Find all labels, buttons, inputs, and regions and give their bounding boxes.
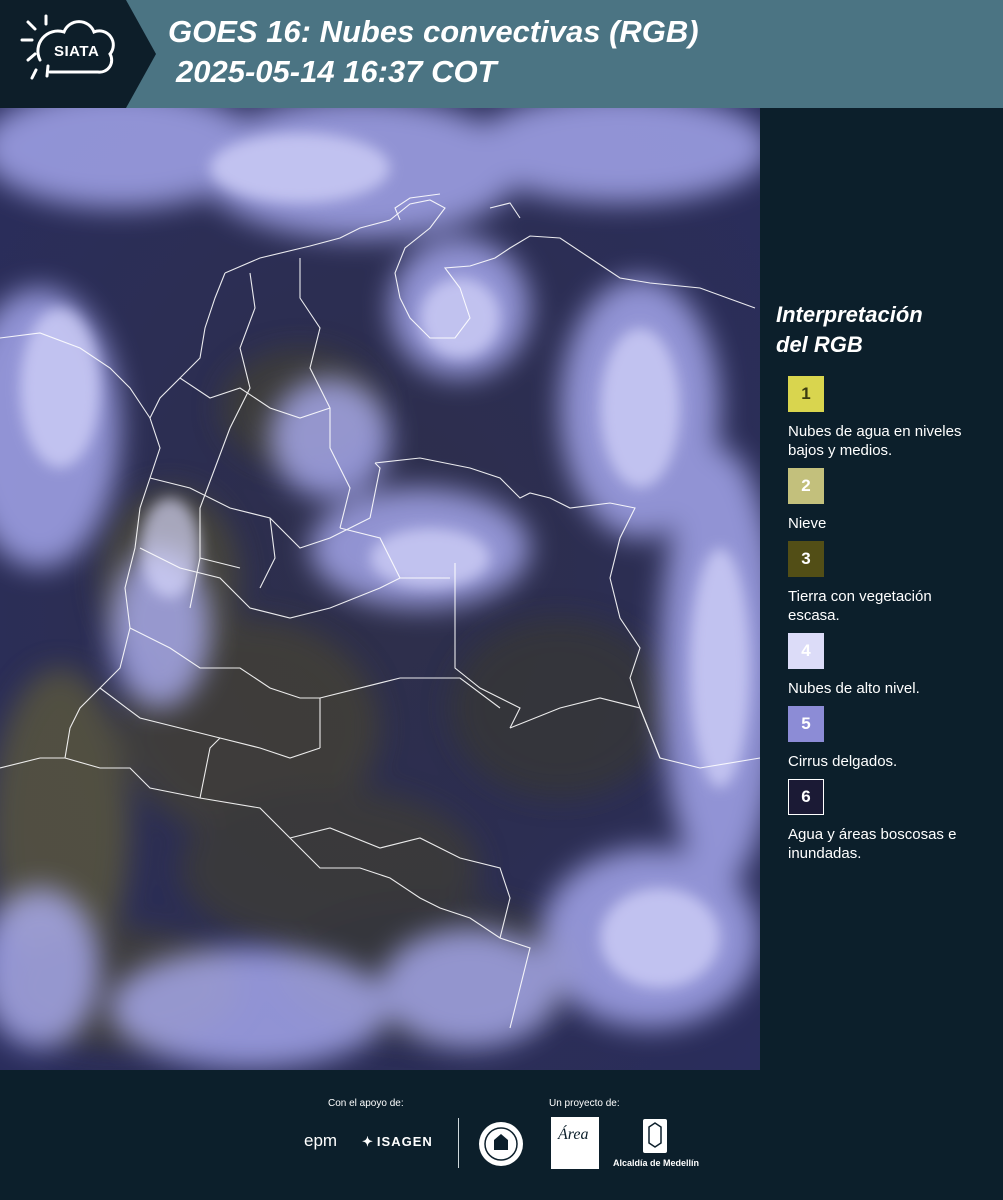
- legend-item: 2 Nieve: [776, 468, 991, 533]
- page-timestamp: 2025-05-14 16:37 COT: [176, 54, 497, 89]
- legend-swatch: 1: [788, 376, 824, 412]
- legend-label: Agua y áreas boscosas e inundadas.: [788, 826, 957, 862]
- legend-swatch: 3: [788, 541, 824, 577]
- legend-label: Nubes de alto nivel.: [788, 680, 920, 697]
- siata-logo[interactable]: SIATA: [0, 0, 126, 108]
- brand-name: SIATA: [54, 43, 100, 60]
- rgb-legend: Interpretación del RGB 1 Nubes de agua en…: [776, 300, 991, 871]
- medellin-seal-icon[interactable]: [477, 1120, 525, 1168]
- legend-swatch: 4: [788, 633, 824, 669]
- legend-title: Interpretación del RGB: [776, 300, 991, 360]
- legend-items: 1 Nubes de agua en niveles bajos y medios…: [776, 376, 991, 863]
- alcaldia-shield-icon[interactable]: [641, 1117, 669, 1155]
- legend-item: 6 Agua y áreas boscosas e inundadas.: [776, 779, 991, 863]
- legend-swatch: 6: [788, 779, 824, 815]
- legend-label: Nieve: [788, 515, 827, 532]
- footer-bar: Con el apoyo de: Un proyecto de: epm ✦ IS…: [0, 1070, 1003, 1200]
- legend-item: 1 Nubes de agua en niveles bajos y medios…: [776, 376, 991, 460]
- epm-logo[interactable]: epm: [304, 1131, 337, 1151]
- isagen-star-icon: ✦: [362, 1134, 374, 1149]
- legend-swatch: 2: [788, 468, 824, 504]
- legend-label: Nubes de agua en niveles bajos y medios.: [788, 423, 962, 459]
- isagen-logo[interactable]: ✦ ISAGEN: [362, 1134, 433, 1150]
- area-metropolitana-label: Área: [558, 1126, 589, 1143]
- project-caption: Un proyecto de:: [549, 1098, 620, 1109]
- legend-label: Cirrus delgados.: [788, 753, 898, 770]
- satellite-map[interactable]: [0, 108, 760, 1070]
- legend-swatch: 5: [788, 706, 824, 742]
- logo-arrow-shape: [126, 0, 156, 108]
- legend-item: 3 Tierra con vegetación escasa.: [776, 541, 991, 625]
- satellite-image: [0, 108, 760, 1070]
- legend-title-line2: del RGB: [776, 332, 863, 357]
- footer-divider: [458, 1118, 459, 1168]
- legend-label: Tierra con vegetación escasa.: [788, 588, 932, 624]
- alcaldia-label: Alcaldía de Medellín: [613, 1158, 700, 1168]
- header-bar: SIATA GOES 16: Nubes convectivas (RGB) 2…: [0, 0, 1003, 108]
- support-caption: Con el apoyo de:: [328, 1098, 404, 1109]
- isagen-label: ISAGEN: [376, 1134, 433, 1149]
- page-title: GOES 16: Nubes convectivas (RGB): [168, 14, 699, 49]
- legend-item: 4 Nubes de alto nivel.: [776, 633, 991, 698]
- legend-title-line1: Interpretación: [776, 302, 923, 327]
- legend-item: 5 Cirrus delgados.: [776, 706, 991, 771]
